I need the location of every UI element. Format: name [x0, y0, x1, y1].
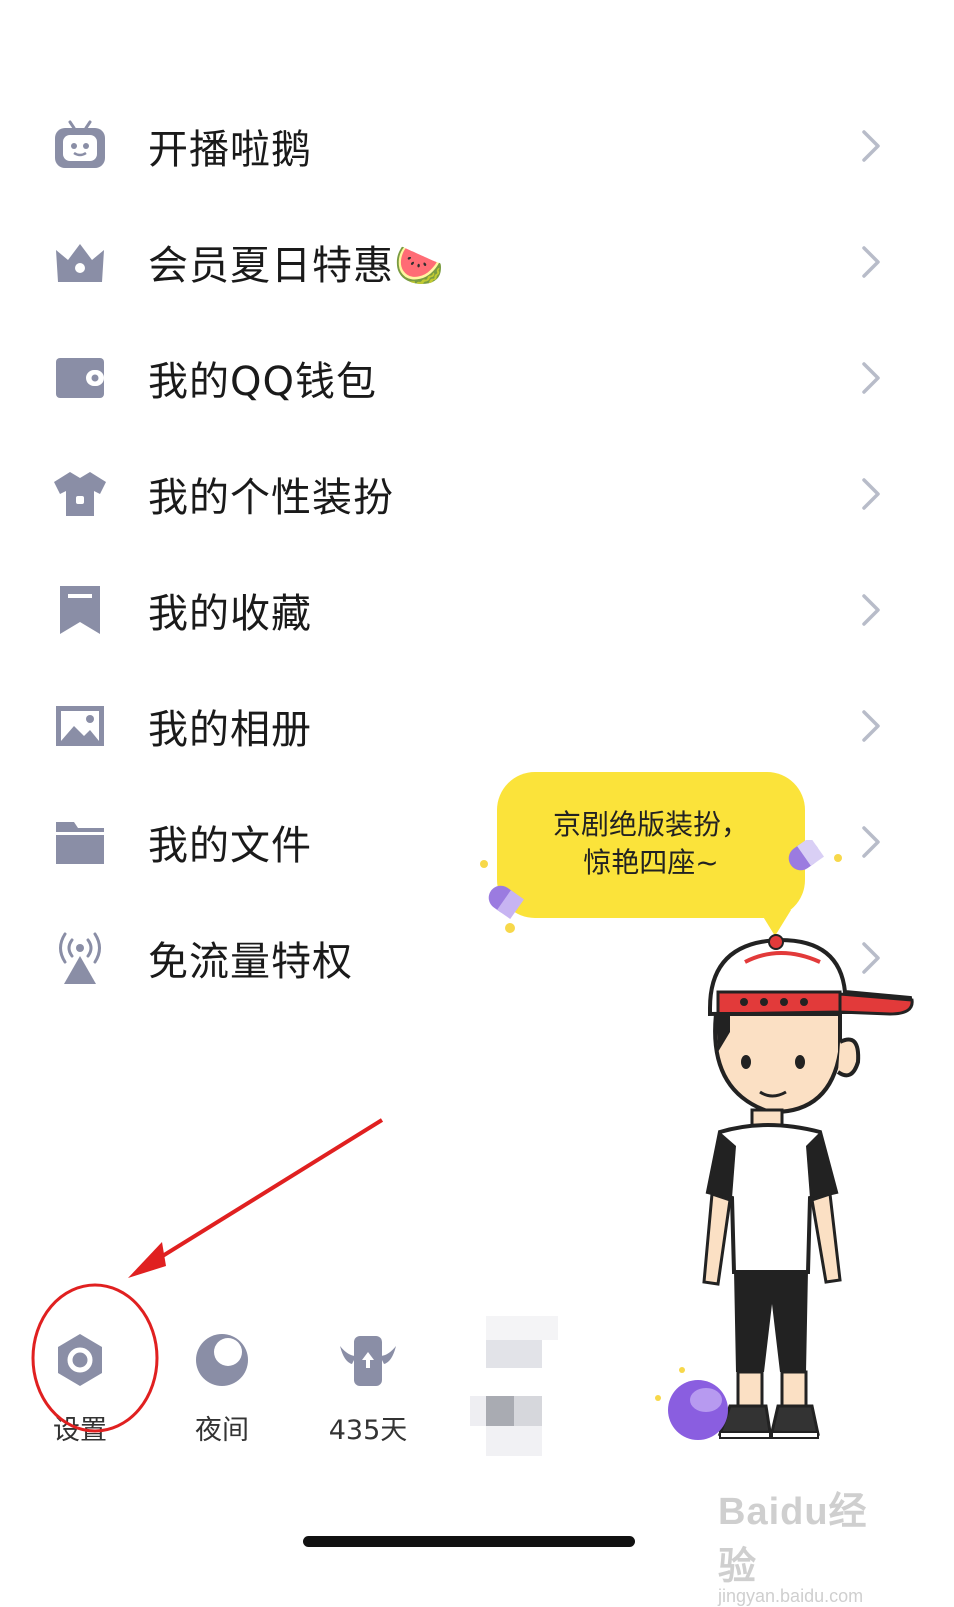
menu-item-label: 免流量特权: [148, 939, 353, 985]
chevron-right-icon: [862, 478, 880, 510]
home-indicator[interactable]: [303, 1536, 635, 1547]
signal-tower-icon: [50, 928, 110, 988]
night-mode-button[interactable]: 夜间: [182, 1330, 262, 1447]
decorative-sparkles: [480, 840, 842, 933]
chevron-right-icon: [862, 246, 880, 278]
moon-icon: [196, 1334, 248, 1386]
night-mode-label: 夜间: [195, 1415, 249, 1446]
menu-item-label: 我的相册: [148, 707, 312, 753]
tshirt-icon: [50, 464, 110, 524]
menu-item-themes[interactable]: 我的个性装扮: [0, 436, 954, 552]
menu-item-label: 我的文件: [148, 823, 312, 869]
menu-item-favorites[interactable]: 我的收藏: [0, 552, 954, 668]
live-tv-icon: [50, 116, 110, 176]
menu-item-live[interactable]: 开播啦鹅: [0, 88, 954, 204]
menu-item-label: 我的个性装扮: [148, 475, 394, 521]
winged-badge-icon: [340, 1336, 396, 1386]
chevron-right-icon: [862, 826, 880, 858]
folder-icon: [50, 812, 110, 872]
watermark-title: Baidu经验: [718, 1491, 868, 1588]
active-days-button[interactable]: 435天: [318, 1330, 418, 1447]
annotation-circle: [31, 1283, 159, 1433]
chevron-right-icon: [862, 594, 880, 626]
chevron-right-icon: [862, 130, 880, 162]
menu-item-wallet[interactable]: 我的QQ钱包: [0, 320, 954, 436]
active-days-label: 435天: [328, 1415, 408, 1446]
menu-item-vip-promo[interactable]: 会员夏日特惠🍉: [0, 204, 954, 320]
bookmark-icon: [50, 580, 110, 640]
bubble-line-1: 京剧绝版装扮，: [552, 808, 749, 841]
photo-icon: [50, 696, 110, 756]
watermark: Baidu经验 jingyan.baidu.com: [718, 1480, 898, 1607]
purple-ball-decoration: [655, 1367, 728, 1440]
menu-item-label: 我的QQ钱包: [148, 359, 377, 405]
chevron-right-icon: [862, 362, 880, 394]
menu-item-label: 开播啦鹅: [148, 127, 312, 173]
chevron-right-icon: [862, 710, 880, 742]
mosaic-blurred-item[interactable]: [470, 1316, 560, 1456]
watermark-url: jingyan.baidu.com: [718, 1586, 864, 1606]
wallet-icon: [50, 348, 110, 408]
crown-icon: [50, 232, 110, 292]
annotation-arrow: [128, 1118, 384, 1278]
menu-item-album[interactable]: 我的相册: [0, 668, 954, 784]
menu-item-label: 会员夏日特惠🍉: [148, 243, 445, 289]
menu-item-label: 我的收藏: [148, 591, 312, 637]
